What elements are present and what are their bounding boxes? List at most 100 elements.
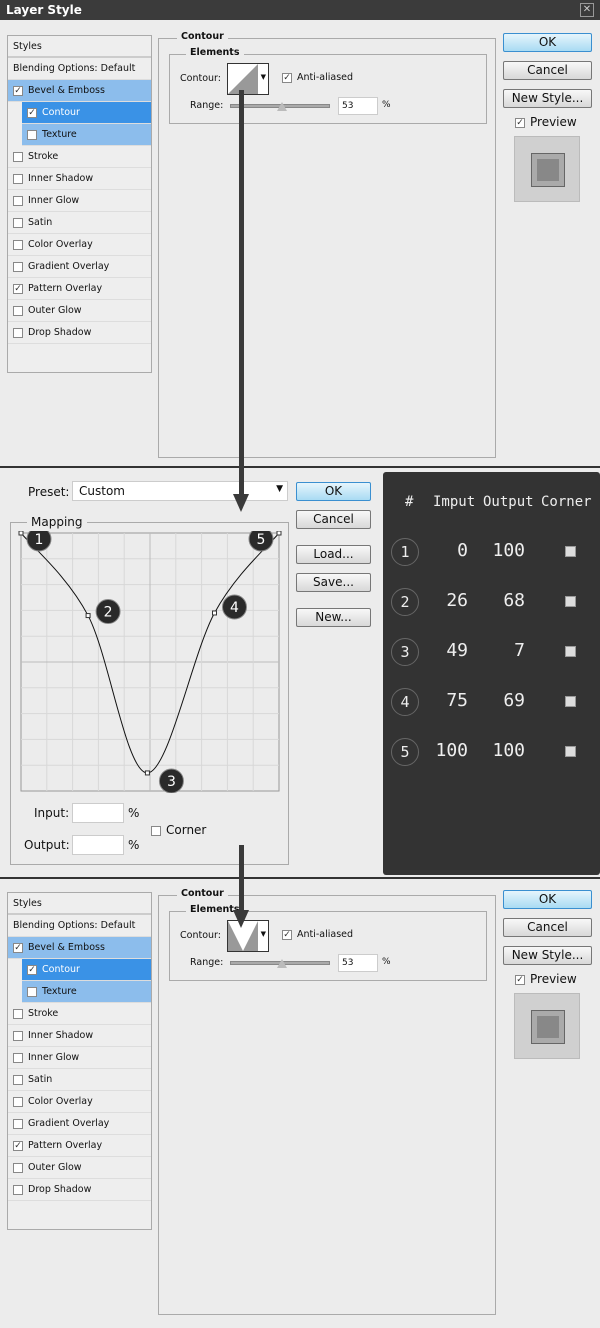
checkbox[interactable]: ✓ bbox=[515, 117, 525, 128]
contour-curve-graph[interactable]: 1 2 3 4 5 bbox=[18, 531, 282, 793]
corner-checkbox-box[interactable] bbox=[151, 825, 161, 836]
new-style-button[interactable]: New Style... bbox=[503, 946, 592, 965]
checkbox[interactable]: ✓ bbox=[282, 72, 292, 83]
style-item-inner-glow[interactable]: Inner Glow bbox=[8, 190, 151, 212]
checkbox[interactable]: ✓ bbox=[13, 942, 23, 953]
checkbox[interactable] bbox=[13, 217, 23, 228]
chevron-down-icon[interactable]: ▼ bbox=[261, 73, 266, 81]
checkbox[interactable] bbox=[13, 1118, 23, 1129]
checkbox[interactable] bbox=[13, 261, 23, 272]
style-item-satin[interactable]: Satin bbox=[8, 212, 151, 234]
style-item-gradient-overlay[interactable]: Gradient Overlay bbox=[8, 256, 151, 278]
preview-checkbox[interactable]: ✓ Preview bbox=[515, 972, 577, 986]
checkbox[interactable] bbox=[13, 195, 23, 206]
style-item-stroke[interactable]: Stroke bbox=[8, 1003, 151, 1025]
cancel-button[interactable]: Cancel bbox=[503, 61, 592, 80]
checkbox[interactable] bbox=[13, 305, 23, 316]
style-item-inner-shadow[interactable]: Inner Shadow bbox=[8, 1025, 151, 1047]
row-number: 3 bbox=[391, 638, 419, 666]
checkbox[interactable] bbox=[13, 1162, 23, 1173]
checkbox[interactable]: ✓ bbox=[13, 1140, 23, 1151]
curve-point bbox=[85, 613, 91, 619]
style-item-label: Drop Shadow bbox=[28, 327, 92, 338]
style-item-drop-shadow[interactable]: Drop Shadow bbox=[8, 1179, 151, 1201]
styles-header[interactable]: Styles bbox=[8, 893, 151, 915]
style-item-color-overlay[interactable]: Color Overlay bbox=[8, 1091, 151, 1113]
cancel-button[interactable]: Cancel bbox=[503, 918, 592, 937]
cancel-button[interactable]: Cancel bbox=[296, 510, 371, 529]
contour-editor: Preset: Custom ▼ OK Cancel Load... Save.… bbox=[0, 468, 380, 876]
range-input[interactable]: 53 bbox=[338, 97, 378, 115]
checkbox[interactable] bbox=[27, 129, 37, 140]
style-item-bevel-emboss[interactable]: ✓ Bevel & Emboss bbox=[8, 937, 151, 959]
new-style-button[interactable]: New Style... bbox=[503, 89, 592, 108]
range-slider-thumb[interactable] bbox=[277, 959, 287, 968]
checkbox[interactable] bbox=[13, 173, 23, 184]
anti-aliased-checkbox[interactable]: ✓ Anti-aliased bbox=[282, 929, 353, 940]
checkbox[interactable]: ✓ bbox=[515, 974, 525, 985]
input-value: 49 bbox=[446, 640, 468, 661]
style-item-satin[interactable]: Satin bbox=[8, 1069, 151, 1091]
checkbox[interactable] bbox=[13, 327, 23, 338]
table-header-1: Imput bbox=[433, 494, 476, 510]
output-field[interactable] bbox=[72, 835, 124, 855]
checkbox[interactable]: ✓ bbox=[13, 85, 23, 96]
corner-checkbox[interactable] bbox=[565, 746, 576, 757]
style-item-stroke[interactable]: Stroke bbox=[8, 146, 151, 168]
checkbox[interactable] bbox=[13, 1030, 23, 1041]
anti-aliased-checkbox[interactable]: ✓ Anti-aliased bbox=[282, 72, 353, 83]
styles-header[interactable]: Styles bbox=[8, 36, 151, 58]
preview-thumbnail bbox=[514, 993, 580, 1059]
corner-checkbox[interactable] bbox=[565, 546, 576, 557]
load-button[interactable]: Load... bbox=[296, 545, 371, 564]
checkbox[interactable] bbox=[13, 1008, 23, 1019]
style-item-gradient-overlay[interactable]: Gradient Overlay bbox=[8, 1113, 151, 1135]
preset-select[interactable]: Custom ▼ bbox=[72, 481, 288, 501]
style-item-color-overlay[interactable]: Color Overlay bbox=[8, 234, 151, 256]
checkbox[interactable]: ✓ bbox=[27, 107, 37, 118]
ok-button[interactable]: OK bbox=[296, 482, 371, 501]
range-input[interactable]: 53 bbox=[338, 954, 378, 972]
checkbox[interactable]: ✓ bbox=[13, 283, 23, 294]
checkbox[interactable] bbox=[13, 1184, 23, 1195]
style-item-blending-options-default[interactable]: Blending Options: Default bbox=[8, 915, 151, 937]
checkbox[interactable] bbox=[13, 151, 23, 162]
style-item-inner-shadow[interactable]: Inner Shadow bbox=[8, 168, 151, 190]
preview-checkbox[interactable]: ✓ Preview bbox=[515, 115, 577, 129]
chevron-down-icon[interactable]: ▼ bbox=[261, 930, 266, 938]
checkbox[interactable]: ✓ bbox=[282, 929, 292, 940]
checkbox[interactable]: ✓ bbox=[27, 964, 37, 975]
corner-checkbox[interactable] bbox=[565, 596, 576, 607]
corner-checkbox[interactable] bbox=[565, 646, 576, 657]
style-item-outer-glow[interactable]: Outer Glow bbox=[8, 1157, 151, 1179]
point-number: 5 bbox=[257, 532, 266, 548]
input-field[interactable] bbox=[72, 803, 124, 823]
style-item-inner-glow[interactable]: Inner Glow bbox=[8, 1047, 151, 1069]
corner-checkbox[interactable] bbox=[565, 696, 576, 707]
style-item-texture[interactable]: Texture bbox=[22, 981, 151, 1003]
input-value: 0 bbox=[457, 540, 468, 561]
ok-button[interactable]: OK bbox=[503, 890, 592, 909]
style-item-contour[interactable]: ✓ Contour bbox=[22, 102, 151, 124]
corner-checkbox[interactable]: Corner bbox=[151, 823, 206, 837]
checkbox[interactable] bbox=[13, 239, 23, 250]
new-button[interactable]: New... bbox=[296, 608, 371, 627]
ok-button[interactable]: OK bbox=[503, 33, 592, 52]
checkbox[interactable] bbox=[13, 1096, 23, 1107]
save-button[interactable]: Save... bbox=[296, 573, 371, 592]
style-item-label: Color Overlay bbox=[28, 239, 93, 250]
range-slider-thumb[interactable] bbox=[277, 102, 287, 111]
checkbox[interactable] bbox=[13, 1052, 23, 1063]
checkbox[interactable] bbox=[13, 1074, 23, 1085]
style-item-bevel-emboss[interactable]: ✓ Bevel & Emboss bbox=[8, 80, 151, 102]
style-item-outer-glow[interactable]: Outer Glow bbox=[8, 300, 151, 322]
style-item-pattern-overlay[interactable]: ✓ Pattern Overlay bbox=[8, 1135, 151, 1157]
contour-picker[interactable]: ▼ bbox=[227, 63, 269, 95]
style-item-drop-shadow[interactable]: Drop Shadow bbox=[8, 322, 151, 344]
style-item-texture[interactable]: Texture bbox=[22, 124, 151, 146]
style-item-contour[interactable]: ✓ Contour bbox=[22, 959, 151, 981]
input-value: 26 bbox=[446, 590, 468, 611]
style-item-blending-options-default[interactable]: Blending Options: Default bbox=[8, 58, 151, 80]
checkbox[interactable] bbox=[27, 986, 37, 997]
style-item-pattern-overlay[interactable]: ✓ Pattern Overlay bbox=[8, 278, 151, 300]
